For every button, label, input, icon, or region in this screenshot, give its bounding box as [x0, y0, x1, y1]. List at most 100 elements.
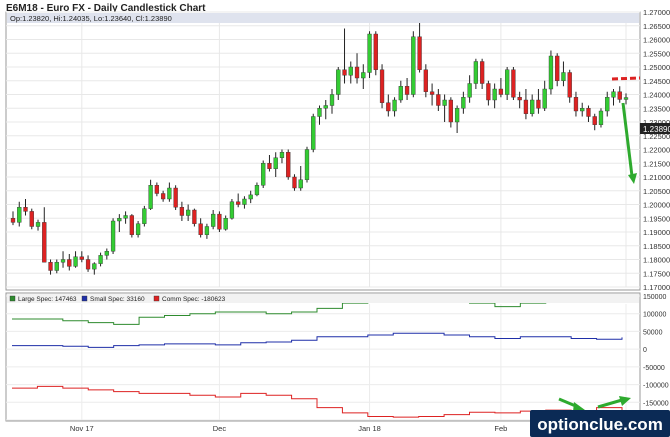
- price-tick-label: 1.20500: [643, 187, 670, 196]
- price-tick-label: 1.19500: [643, 214, 670, 223]
- candle-up: [35, 222, 41, 227]
- candle-down: [573, 97, 579, 112]
- candle-up: [92, 263, 97, 270]
- x-tick-label: Dec: [213, 424, 227, 433]
- candle-up: [123, 215, 128, 219]
- candle-up: [392, 99, 397, 112]
- candle-up: [117, 218, 122, 222]
- candle-down: [373, 33, 378, 70]
- price-tick-label: 1.17500: [643, 269, 670, 278]
- price-tick-label: 1.24500: [643, 77, 670, 86]
- candle-up: [580, 108, 585, 112]
- candle-up: [148, 185, 153, 209]
- candle-up: [336, 69, 341, 95]
- candle-up: [261, 163, 266, 186]
- candle-down: [354, 66, 360, 79]
- candle-up: [135, 223, 141, 235]
- candle-up: [530, 99, 535, 114]
- candle-down: [42, 222, 47, 263]
- candle-up: [254, 185, 260, 196]
- candle-up: [548, 55, 554, 90]
- candle-up: [473, 61, 479, 84]
- candle-up: [242, 198, 247, 205]
- candle-up: [505, 69, 510, 95]
- candle-up: [17, 207, 22, 223]
- candle-up: [223, 218, 228, 230]
- price-grid: [6, 11, 640, 288]
- price-tick-label: 1.26500: [643, 22, 670, 31]
- legend-label: Comm Spec: -180623: [162, 296, 226, 303]
- cot-legend: Large Spec: 147463 Small Spec: 33160 Comm …: [7, 294, 639, 303]
- candle-down: [192, 209, 197, 224]
- candle-up: [329, 94, 335, 106]
- candle-down: [479, 61, 485, 84]
- price-tick-label: 1.21000: [643, 173, 670, 182]
- candle-up: [461, 97, 466, 109]
- candle-up: [60, 259, 66, 263]
- candle-up: [142, 208, 147, 224]
- price-tick-label: 1.26000: [643, 36, 670, 45]
- candle-up: [298, 179, 303, 189]
- candle-down: [179, 207, 185, 216]
- chart-canvas: E6M18 - Euro FX - Daily Candlestick Char…: [0, 0, 670, 437]
- x-tick-label: Nov 17: [70, 424, 94, 433]
- candle-down: [523, 99, 529, 114]
- candle-up: [605, 97, 610, 112]
- x-tick-label: Jan 18: [358, 424, 381, 433]
- candle-down: [429, 91, 435, 95]
- candle-up: [467, 83, 472, 98]
- candle-up: [367, 33, 372, 73]
- candle-down: [448, 99, 453, 123]
- price-tick-label: 1.24000: [643, 91, 670, 100]
- legend-label: Small Spec: 33160: [90, 296, 145, 303]
- candle-down: [48, 262, 53, 271]
- last-price-label: 1.23890: [643, 125, 670, 134]
- candle-up: [73, 256, 78, 267]
- cot-tick-label: 150000: [643, 294, 666, 301]
- candle-down: [342, 69, 347, 76]
- candle-down: [417, 36, 422, 70]
- legend-label: Large Spec: 147463: [18, 296, 77, 303]
- price-tick-label: 1.23500: [643, 104, 670, 113]
- cot-tick-label: -150000: [643, 400, 669, 407]
- candle-down: [386, 102, 391, 112]
- x-tick-label: Feb: [494, 424, 507, 433]
- price-tick-label: 1.25000: [643, 63, 670, 72]
- candle-down: [379, 69, 385, 103]
- candle-down: [198, 223, 203, 235]
- cot-tick-label: 100000: [643, 312, 666, 319]
- candle-down: [10, 218, 16, 223]
- candle-down: [85, 259, 91, 270]
- candle-up: [442, 99, 447, 106]
- candle-up: [98, 255, 103, 264]
- candle-down: [567, 72, 572, 98]
- candle-up: [323, 105, 328, 109]
- candle-up: [104, 251, 109, 256]
- legend-swatch: [9, 295, 16, 302]
- candle-down: [423, 69, 428, 92]
- candle-down: [592, 116, 597, 125]
- resistance-dashed-line: [611, 76, 641, 81]
- price-axis: 1.17000 1.17500 1.18000 1.18500 1.19000 1.195…: [643, 8, 670, 292]
- candle-down: [498, 88, 504, 95]
- price-tick-label: 1.17000: [643, 283, 670, 292]
- candle-up: [348, 66, 353, 76]
- cot-tick-label: 50000: [643, 329, 663, 336]
- candle-up: [211, 213, 216, 227]
- ohlc-readout: Op:1.23820, Hi:1.24035, Lo:1.23640, Cl:1…: [10, 14, 172, 23]
- legend-swatch: [81, 295, 88, 302]
- candle-up: [561, 72, 566, 81]
- candle-up: [611, 91, 616, 98]
- candle-up: [454, 108, 460, 123]
- candle-up: [623, 97, 629, 100]
- legend-swatch: [153, 295, 160, 302]
- candle-down: [154, 185, 160, 194]
- candle-down: [236, 201, 241, 205]
- candle-down: [511, 69, 516, 98]
- price-tick-label: 1.20000: [643, 201, 670, 210]
- candle-up: [110, 220, 116, 252]
- candle-up: [361, 72, 366, 79]
- price-tick-label: 1.18500: [643, 242, 670, 251]
- candle-down: [292, 176, 297, 189]
- candle-down: [217, 213, 222, 230]
